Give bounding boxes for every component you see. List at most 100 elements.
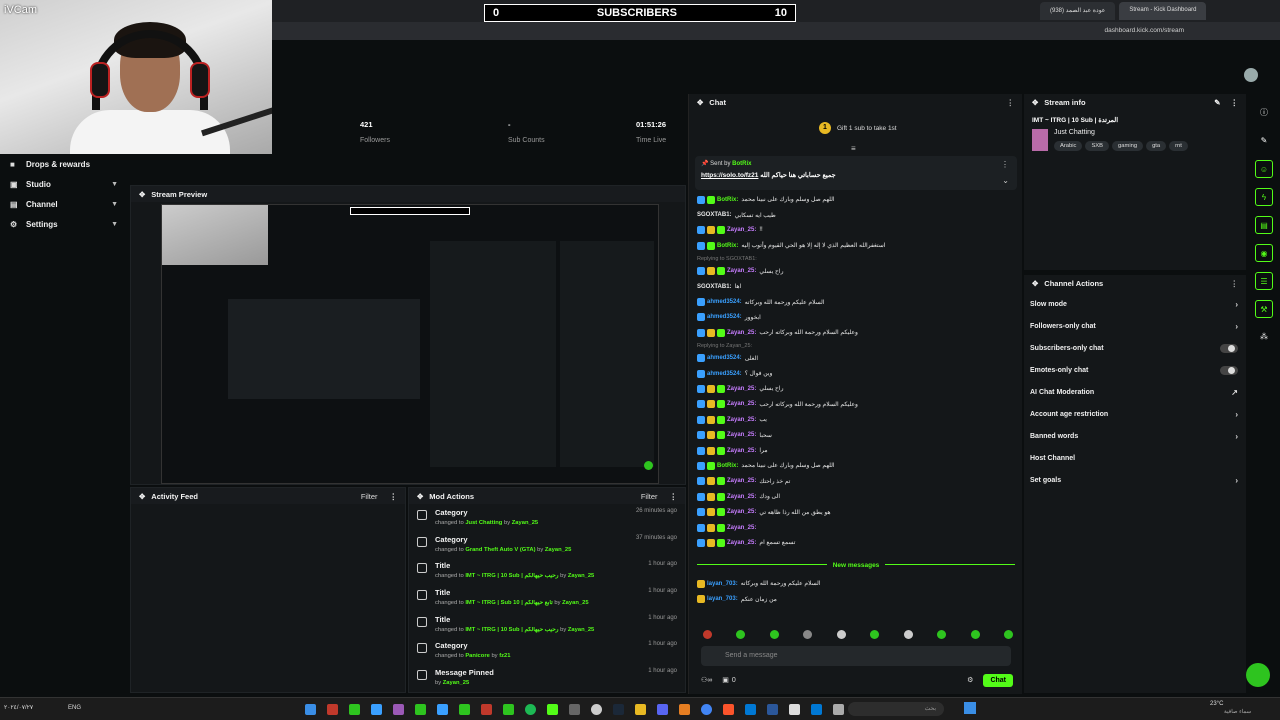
language-indicator[interactable]: ENG bbox=[68, 705, 81, 711]
mod-action-user[interactable]: Zayan_25 bbox=[512, 520, 538, 526]
pinned-link[interactable]: https://solo.to/fz21 bbox=[701, 172, 758, 179]
chat-message[interactable]: BotRix: اللهم صل وسلم وبارك على نبينا محم… bbox=[697, 458, 1015, 473]
channel-action-row[interactable]: Followers-only chat › bbox=[1024, 315, 1246, 337]
chat-message[interactable]: Zayan_25: bbox=[697, 520, 1015, 535]
chat-username[interactable]: BotRix: bbox=[717, 463, 738, 469]
chat-message[interactable]: layan_703: السلام عليكم ورحمة الله وبركات… bbox=[697, 576, 1015, 591]
channel-action-row[interactable]: Host Channel bbox=[1024, 447, 1246, 469]
chat-message[interactable]: Zayan_25: مرا bbox=[697, 443, 1015, 458]
channel-action-row[interactable]: AI Chat Moderation ↗ bbox=[1024, 381, 1246, 403]
chat-send-button[interactable]: Chat bbox=[983, 673, 1013, 687]
app-icon[interactable] bbox=[437, 704, 448, 715]
toggle-switch[interactable] bbox=[1220, 365, 1238, 375]
chat-username[interactable]: Zayan_25: bbox=[727, 401, 756, 407]
more-icon[interactable]: ⋮ bbox=[1007, 98, 1015, 107]
app-icon[interactable] bbox=[305, 704, 316, 715]
chat-message[interactable]: ahmed3524: ابخوور bbox=[697, 310, 1015, 325]
brave-icon[interactable] bbox=[723, 704, 734, 715]
folder-icon[interactable] bbox=[635, 704, 646, 715]
mod-action-value[interactable]: Grand Theft Auto V (GTA) bbox=[465, 547, 535, 553]
sidebar-item-studio[interactable]: ▣ Studio ▼ bbox=[0, 174, 128, 194]
info-icon[interactable]: ⓘ bbox=[1255, 104, 1273, 122]
discord-icon[interactable] bbox=[657, 704, 668, 715]
chat-message[interactable]: Zayan_25: وعليكم السلام ورحمة الله وبركات… bbox=[697, 325, 1015, 340]
emote-icon[interactable] bbox=[970, 630, 980, 639]
chat-message[interactable]: Zayan_25: هو يطق من الله رذا ظاهه تي bbox=[697, 504, 1015, 519]
app-icon[interactable] bbox=[415, 704, 426, 715]
app-icon[interactable] bbox=[327, 704, 338, 715]
chat-username[interactable]: ahmed3524: bbox=[707, 314, 742, 320]
emote-icon[interactable] bbox=[1003, 630, 1013, 639]
xbox-icon[interactable] bbox=[591, 704, 602, 715]
sidebar-item-drops[interactable]: ■ Drops & rewards bbox=[0, 154, 128, 174]
app-icon[interactable] bbox=[789, 704, 800, 715]
more-icon[interactable]: ⋮ bbox=[670, 492, 678, 501]
app-icon[interactable] bbox=[503, 704, 514, 715]
chat-username[interactable]: BotRix: bbox=[717, 243, 738, 249]
chat-message[interactable]: BotRix: استغفرالله العظيم الذي لا إله إلا… bbox=[697, 238, 1015, 253]
mod-action-value[interactable]: IMT ~ ITRG | 10 Sub | رحيب حيهالكم bbox=[465, 573, 558, 579]
chat-username[interactable]: Zayan_25: bbox=[727, 268, 756, 274]
move-icon[interactable]: ✥ bbox=[139, 190, 145, 199]
chat-message[interactable]: Zayan_25: وعليكم السلام ورحمة الله وبركات… bbox=[697, 397, 1015, 412]
chat-username[interactable]: ahmed3524: bbox=[707, 299, 742, 305]
move-icon[interactable]: ✥ bbox=[1032, 279, 1038, 288]
mod-action-value[interactable]: IMT ~ ITRG | 10 Sub | رحيب حيهالكم bbox=[465, 627, 558, 633]
points-icon[interactable]: ▣ bbox=[722, 676, 729, 684]
move-icon[interactable]: ✥ bbox=[697, 98, 703, 107]
mod-action-user[interactable]: Zayan_25 bbox=[562, 600, 588, 606]
toggle-switch[interactable] bbox=[1220, 343, 1238, 353]
chat-message[interactable]: BotRix: اللهم صل وسلم وبارك على نبينا محم… bbox=[697, 192, 1015, 207]
users-icon[interactable]: ⚇∞ bbox=[701, 676, 712, 684]
chrome-icon[interactable] bbox=[701, 704, 712, 715]
move-icon[interactable]: ✥ bbox=[417, 492, 423, 501]
edit-icon[interactable]: ✎ bbox=[1214, 98, 1220, 107]
chat-bubble-icon[interactable]: ◉ bbox=[1255, 244, 1273, 262]
connections-icon[interactable]: ⁂ bbox=[1255, 328, 1273, 346]
collapse-icon[interactable]: ≡ bbox=[851, 144, 856, 153]
channel-action-row[interactable]: Account age restriction › bbox=[1024, 403, 1246, 425]
mod-action-user[interactable]: Zayan_25 bbox=[568, 573, 594, 579]
app-icon[interactable] bbox=[393, 704, 404, 715]
more-icon[interactable]: ⋮ bbox=[390, 492, 398, 501]
mod-action-user[interactable]: Zayan_25 bbox=[568, 627, 594, 633]
emote-icon[interactable] bbox=[736, 630, 746, 639]
chat-username[interactable]: Zayan_25: bbox=[727, 330, 756, 336]
browser-tab[interactable]: (938) عودة عبد الصمد bbox=[1040, 2, 1116, 20]
app-icon[interactable] bbox=[481, 704, 492, 715]
filter-button[interactable]: Filter bbox=[361, 492, 378, 501]
channel-action-row[interactable]: Slow mode › bbox=[1024, 293, 1246, 315]
chat-message[interactable]: layan_703: من زمان عنكم bbox=[697, 591, 1015, 606]
chat-message[interactable]: Zayan_25: راح يسلي bbox=[697, 264, 1015, 279]
chat-message[interactable]: SGOXTAB1: اها bbox=[697, 279, 1015, 294]
chat-username[interactable]: ahmed3524: bbox=[707, 371, 742, 377]
support-chat-button[interactable] bbox=[1246, 663, 1270, 687]
emote-icon[interactable] bbox=[703, 630, 712, 639]
emote-icon[interactable] bbox=[903, 630, 913, 639]
mod-action-value[interactable]: Zayan_25 bbox=[443, 680, 469, 686]
channel-action-row[interactable]: Subscribers-only chat bbox=[1024, 337, 1246, 359]
address-bar[interactable]: dashboard.kick.com/stream bbox=[272, 22, 1280, 40]
list-icon[interactable]: ☰ bbox=[1255, 272, 1273, 290]
sidebar-item-settings[interactable]: ⚙ Settings ▼ bbox=[0, 214, 128, 234]
more-icon[interactable]: ⋮ bbox=[1001, 160, 1009, 169]
mod-action-user[interactable]: Zayan_25 bbox=[545, 547, 571, 553]
send-message-input[interactable]: Send a message bbox=[701, 646, 1011, 666]
app-icon[interactable] bbox=[745, 704, 756, 715]
app-icon[interactable] bbox=[371, 704, 382, 715]
chevron-down-icon[interactable]: ⌄ bbox=[1002, 176, 1009, 185]
windows-start-icon[interactable] bbox=[964, 702, 976, 714]
browser-tab-active[interactable]: Stream - Kick Dashboard bbox=[1119, 2, 1207, 20]
chat-username[interactable]: layan_703: bbox=[707, 596, 738, 602]
chat-username[interactable]: Zayan_25: bbox=[727, 417, 756, 423]
chat-message[interactable]: ahmed3524: وين فوال ؟ bbox=[697, 366, 1015, 381]
filter-button[interactable]: Filter bbox=[641, 492, 658, 501]
chat-username[interactable]: Zayan_25: bbox=[727, 478, 756, 484]
emote-icon[interactable] bbox=[803, 630, 813, 639]
mod-action-value[interactable]: IMT ~ ITRG | Sub 10 | تابع حيهالكم bbox=[465, 600, 552, 606]
emote-icon[interactable] bbox=[836, 630, 846, 639]
emote-icon[interactable] bbox=[870, 630, 880, 639]
app-icon[interactable] bbox=[349, 704, 360, 715]
app-icon[interactable] bbox=[459, 704, 470, 715]
chat-message[interactable]: Zayan_25: تم خذ راحتك bbox=[697, 474, 1015, 489]
